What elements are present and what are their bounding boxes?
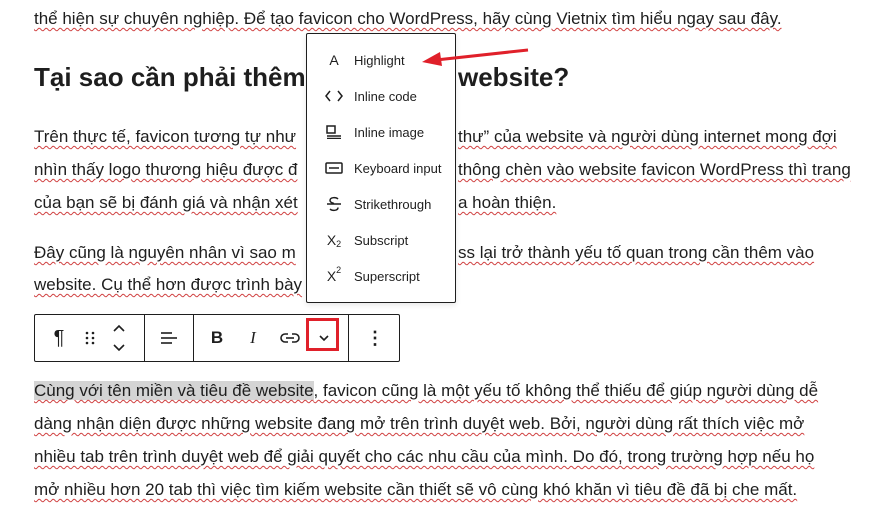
menu-item-inline-image[interactable]: Inline image	[307, 114, 455, 150]
paragraph-2-line-3-right: a hoàn thiện.	[458, 193, 557, 212]
link-icon	[280, 333, 300, 343]
paragraph-line: thể hiện sự chuyên nghiệp. Để tạo favico…	[34, 9, 782, 28]
paragraph-4-line-1: Cùng với tên miền và tiêu đề website, fa…	[34, 381, 819, 400]
selected-text[interactable]: Cùng với tên miền và tiêu đề website	[34, 381, 314, 400]
align-icon	[161, 332, 177, 344]
paragraph-block-button[interactable]: ¶	[41, 315, 77, 361]
annotation-highlight-box	[306, 318, 339, 351]
link-button[interactable]	[273, 315, 307, 361]
chevron-down-icon	[113, 344, 125, 352]
image-icon	[324, 122, 344, 142]
paragraph-4-line-3: nhiều tab trên trình duyệt web để giải q…	[34, 447, 815, 466]
more-vertical-icon: ⋮	[366, 327, 384, 348]
menu-item-superscript[interactable]: X2 Superscript	[307, 258, 455, 294]
highlight-icon: A	[329, 52, 339, 68]
heading: Tại sao cần phải thêm	[34, 60, 306, 94]
italic-button[interactable]: I	[237, 315, 269, 361]
paragraph-2-line-2-right: thông chèn vào website favicon WordPress…	[458, 160, 851, 179]
block-toolbar: ¶ B I ⋮	[34, 314, 400, 362]
menu-item-inline-code[interactable]: Inline code	[307, 78, 455, 114]
paragraph-4-line-2: dàng nhận diện được những website đang m…	[34, 414, 805, 433]
chevron-up-icon	[113, 324, 125, 332]
options-button[interactable]: ⋮	[355, 315, 395, 361]
align-button[interactable]	[149, 315, 189, 361]
paragraph-2-line-2: nhìn thấy logo thương hiệu được đ	[34, 160, 298, 179]
menu-item-keyboard-input[interactable]: Keyboard input	[307, 150, 455, 186]
paragraph-3-line-1: Đây cũng là nguyên nhân vì sao m	[34, 243, 296, 262]
superscript-icon: X2	[326, 265, 342, 284]
paragraph-2-line-1-right: thư” của website và người dùng internet …	[458, 127, 837, 146]
paragraph-2-line-3: của bạn sẽ bị đánh giá và nhận xét	[34, 193, 298, 212]
paragraph-2-line-1: Trên thực tế, favicon tương tự như	[34, 127, 297, 146]
strikethrough-icon	[324, 194, 344, 214]
heading-left: Tại sao cần phải thêm	[34, 62, 306, 92]
keyboard-icon	[324, 158, 344, 178]
paragraph-3-line-2: website. Cụ thể hơn được trình bày	[34, 275, 303, 294]
menu-item-subscript[interactable]: X2 Subscript	[307, 222, 455, 258]
toolbar-divider	[193, 315, 194, 361]
subscript-icon: X2	[326, 232, 342, 249]
code-icon	[324, 86, 344, 106]
bold-button[interactable]: B	[201, 315, 233, 361]
paragraph-4-line-4: mở nhiều hơn 20 tab thì việc tìm kiếm we…	[34, 480, 798, 499]
menu-item-strikethrough[interactable]: Strikethrough	[307, 186, 455, 222]
toolbar-divider	[348, 315, 349, 361]
move-down-button[interactable]	[107, 337, 131, 359]
move-up-button[interactable]	[107, 317, 131, 339]
paragraph-3-line-1-right: ss lại trở thành yếu tố quan trong cần t…	[458, 243, 815, 262]
annotation-arrow-icon	[422, 48, 529, 66]
format-dropdown-menu: A Highlight Inline code Inline image Key…	[306, 33, 456, 303]
drag-handle-icon[interactable]	[79, 315, 101, 361]
toolbar-divider	[144, 315, 145, 361]
